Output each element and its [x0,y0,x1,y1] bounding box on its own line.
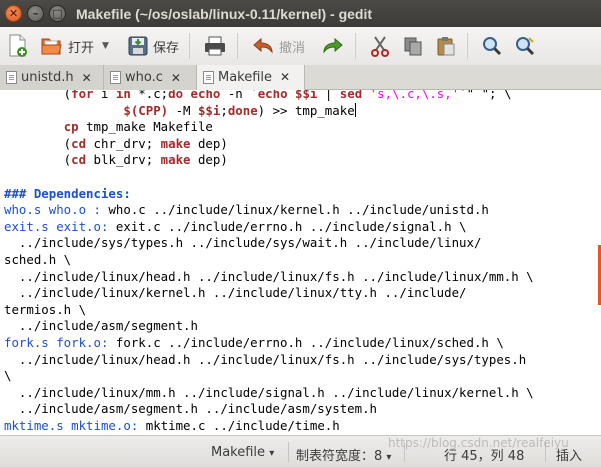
code-line[interactable]: (cd chr_drv; make dep) [4,136,534,153]
minimize-window-button[interactable]: – [27,5,44,22]
code-line[interactable]: ../include/linux/kernel.h ../include/lin… [4,285,534,302]
open-dropdown-arrow-icon[interactable]: ▼ [102,41,109,51]
redo-button[interactable] [317,31,349,61]
tab-label: unistd.h [21,70,74,85]
text-editor[interactable]: (for i in *.c;do echo -n `echo $$i | sed… [0,90,601,435]
redo-icon [323,37,343,54]
tab-label: who.c [125,70,163,85]
maximize-icon: □ [52,7,63,20]
tab-makefile[interactable]: Makefile ✕ [197,65,305,90]
toolbar: 打开 ▼ 保存 撤消 [0,27,601,65]
toolbar-separator [354,33,356,59]
code-line[interactable]: termios.h \ [4,302,534,319]
language-label: Makefile [211,445,266,460]
code-line[interactable]: ../include/linux/mm.h ../include/signal.… [4,385,534,402]
open-button[interactable]: 打开 ▼ [36,31,113,61]
code-line[interactable]: ../include/linux/head.h ../include/linux… [4,352,534,369]
code-line[interactable]: $(CPP) -M $$i;done) >> tmp_make [4,102,534,120]
status-separator [288,442,289,462]
new-document-icon [9,34,27,57]
cut-icon [370,36,389,57]
undo-button[interactable]: 撤消 [247,31,309,61]
maximize-window-button[interactable]: □ [49,5,66,22]
save-icon [128,36,148,56]
open-folder-icon [41,38,62,55]
code-line[interactable]: ### Dependencies: [4,186,534,203]
code-line[interactable]: ../include/asm/segment.h ../include/asm/… [4,401,534,418]
paste-icon [437,37,455,56]
search-icon [482,37,502,56]
save-label: 保存 [152,40,179,56]
language-selector[interactable]: Makefile ▾ [211,445,274,460]
tab-close-icon[interactable]: ✕ [82,71,92,85]
new-document-button[interactable] [3,31,33,61]
text-cursor [354,102,356,117]
code-line[interactable]: sched.h \ [4,252,534,269]
code-line[interactable] [4,169,534,186]
cut-button[interactable] [365,31,395,61]
paste-button[interactable] [431,31,461,61]
toolbar-separator [466,33,468,59]
toolbar-separator [236,33,238,59]
code-line[interactable]: (for i in *.c;do echo -n `echo $$i | sed… [4,90,534,103]
undo-icon [253,37,273,54]
undo-label: 撤消 [278,40,305,56]
print-icon [204,36,225,56]
title-bar: ✕ – □ Makefile (~/os/oslab/linux-0.11/ke… [0,0,601,27]
tab-close-icon[interactable]: ✕ [171,71,181,85]
tab-who-c[interactable]: who.c ✕ [104,65,197,90]
code-line[interactable]: exit.s exit.o: exit.c ../include/errno.h… [4,219,534,236]
tab-label: Makefile [218,69,273,85]
tab-width-label: 制表符宽度：8 [296,449,383,464]
code-content[interactable]: (for i in *.c;do echo -n `echo $$i | sed… [4,90,534,435]
close-window-button[interactable]: ✕ [5,5,22,22]
tab-close-icon[interactable]: ✕ [280,70,290,84]
window-title: Makefile (~/os/oslab/linux-0.11/kernel) … [76,5,373,22]
save-button[interactable]: 保存 [123,31,183,61]
watermark: https://blog.csdn.net/realfeiyu [388,436,569,450]
code-line[interactable]: cp tmp_make Makefile [4,119,534,136]
code-line[interactable]: \ [4,368,534,385]
document-icon [6,71,17,84]
code-line[interactable]: ../include/linux/head.h ../include/linux… [4,269,534,286]
code-line[interactable]: (cd blk_drv; make dep) [4,152,534,169]
document-icon [110,71,121,84]
toolbar-separator [188,33,190,59]
code-line[interactable]: ../include/asm/segment.h [4,318,534,335]
search-button[interactable] [477,31,507,61]
code-line[interactable]: ../include/sys/types.h ../include/sys/wa… [4,235,534,252]
print-button[interactable] [199,31,231,61]
search-replace-icon [515,37,535,56]
copy-icon [404,37,422,56]
search-replace-button[interactable] [510,31,540,61]
document-icon [203,70,214,84]
tab-unistd-h[interactable]: unistd.h ✕ [0,65,104,90]
close-icon: ✕ [8,7,19,20]
copy-button[interactable] [398,31,428,61]
minimize-icon: – [32,7,39,20]
chevron-down-icon: ▾ [269,448,275,459]
document-tabs: unistd.h ✕ who.c ✕ Makefile ✕ [0,65,601,90]
chevron-down-icon: ▾ [386,452,392,463]
open-label: 打开 [68,40,95,56]
code-line[interactable]: fork.s fork.o: fork.c ../include/errno.h… [4,335,534,352]
code-line[interactable]: mktime.s mktime.o: mktime.c ../include/t… [4,418,534,435]
tab-width-selector[interactable]: 制表符宽度：8 ▾ [296,445,391,464]
code-line[interactable]: who.s who.o : who.c ../include/linux/ker… [4,202,534,219]
